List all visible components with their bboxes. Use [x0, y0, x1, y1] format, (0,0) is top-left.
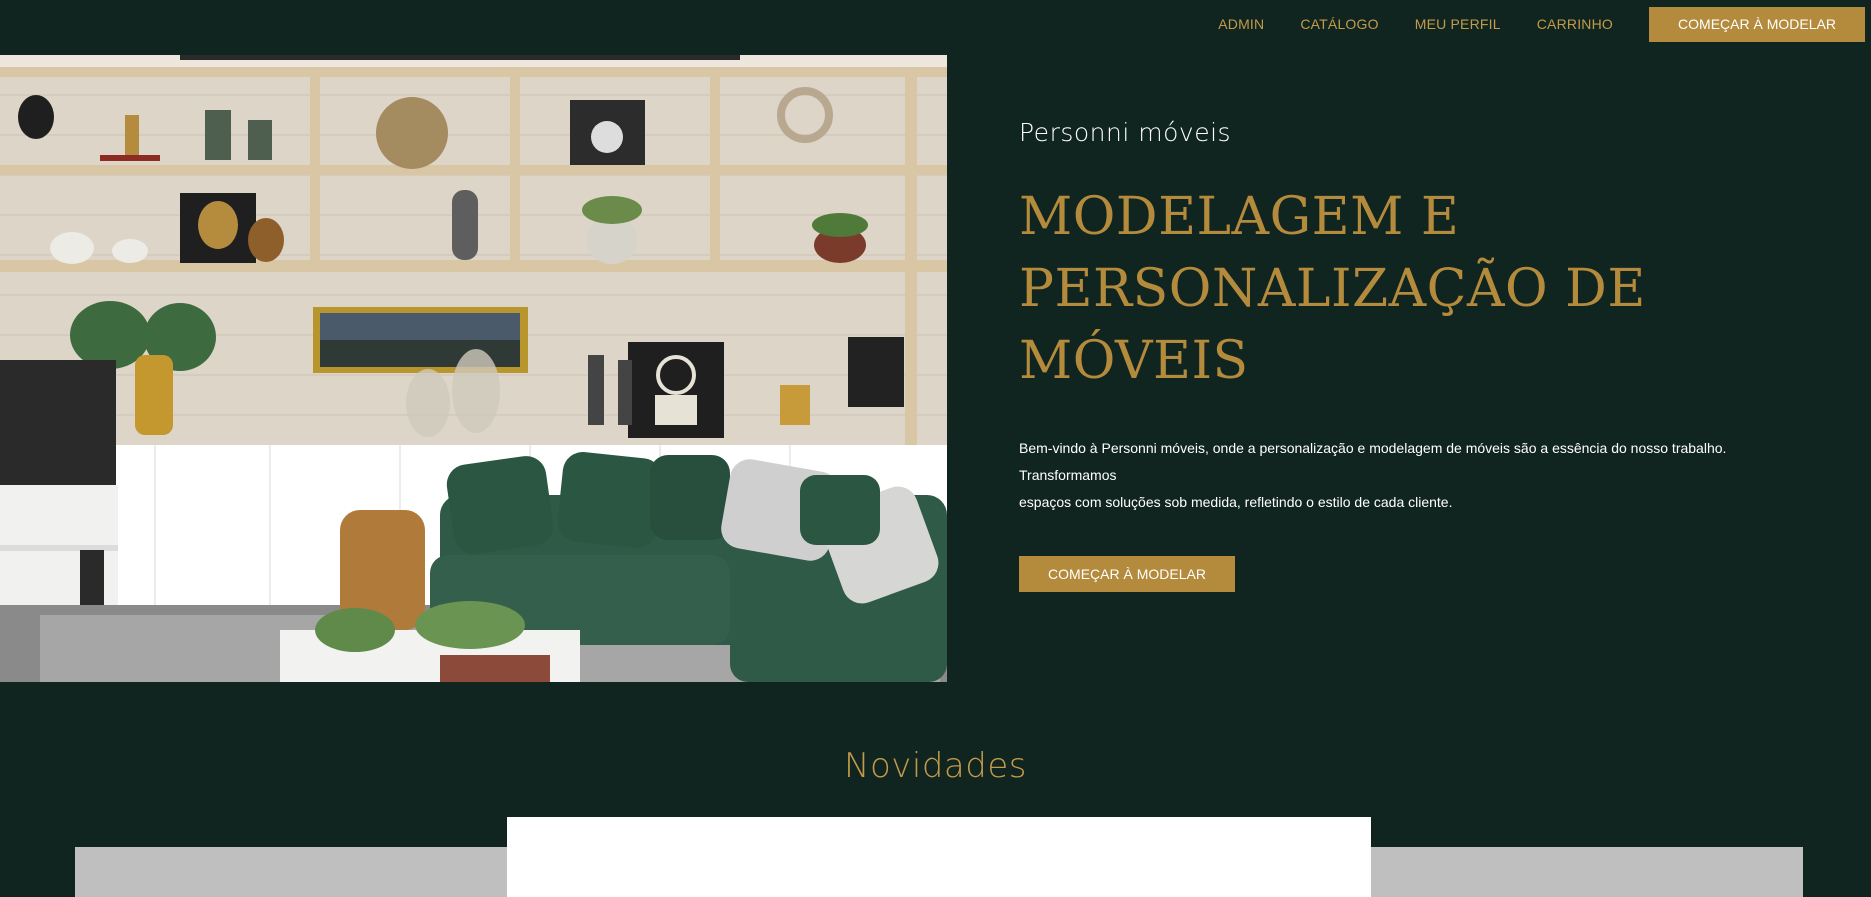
nav-link-catalogo[interactable]: CATÁLOGO: [1300, 16, 1378, 32]
hero-headline: MODELAGEM E PERSONALIZAÇÃO DE MÓVEIS: [1019, 181, 1819, 397]
brand-name: Personni móveis: [1019, 118, 1232, 147]
hero-intro-text: Bem-vindo à Personni móveis, onde a pers…: [1019, 435, 1819, 516]
hero-start-modeling-button[interactable]: COMEÇAR À MODELAR: [1019, 556, 1235, 592]
hero-intro-line2: espaços com soluções sob medida, refleti…: [1019, 494, 1453, 510]
nav-link-carrinho[interactable]: CARRINHO: [1537, 16, 1613, 32]
hero-intro-line1: Bem-vindo à Personni móveis, onde a pers…: [1019, 440, 1727, 483]
hero-content: Personni móveis MODELAGEM E PERSONALIZAÇ…: [1019, 118, 1819, 592]
nav-start-modeling-button[interactable]: COMEÇAR À MODELAR: [1649, 6, 1865, 42]
nav-link-admin[interactable]: ADMIN: [1218, 16, 1264, 32]
news-carousel-card[interactable]: [507, 817, 1371, 897]
hero-headline-line1: MODELAGEM E: [1019, 187, 1460, 247]
hero-living-room-image: [0, 55, 947, 682]
news-section-title: Novidades: [844, 746, 1027, 786]
top-nav: ADMIN CATÁLOGO MEU PERFIL CARRINHO COMEÇ…: [0, 0, 1871, 48]
hero-headline-line2: PERSONALIZAÇÃO DE MÓVEIS: [1019, 259, 1646, 391]
page: ADMIN CATÁLOGO MEU PERFIL CARRINHO COMEÇ…: [0, 0, 1871, 897]
nav-link-meu-perfil[interactable]: MEU PERFIL: [1415, 16, 1501, 32]
